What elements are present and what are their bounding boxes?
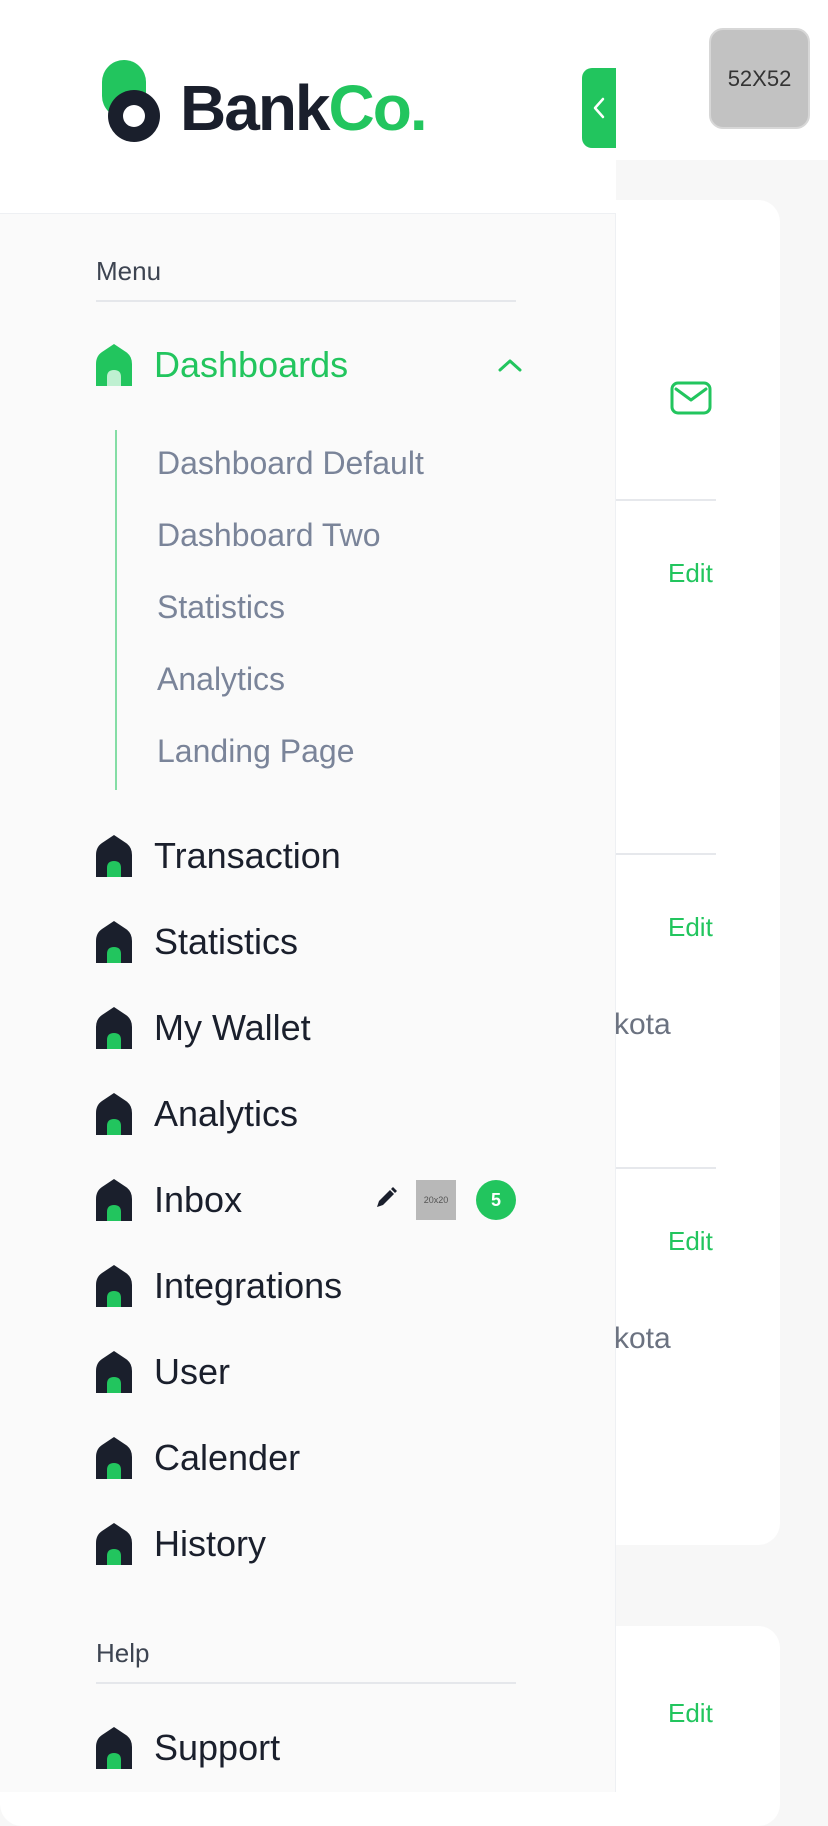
- brand-name-green: Co.: [328, 72, 428, 144]
- house-icon: [96, 1523, 132, 1565]
- sidebar-item-label: Calender: [154, 1437, 301, 1478]
- sidebar-header: BankCo.: [0, 0, 616, 214]
- city-text: kota: [614, 1322, 671, 1355]
- chevron-up-icon[interactable]: [496, 356, 524, 374]
- mail-icon[interactable]: [670, 380, 712, 416]
- house-icon: [96, 1179, 132, 1221]
- edit-link[interactable]: Edit: [668, 558, 713, 589]
- sidebar-item-history[interactable]: History: [96, 1519, 266, 1569]
- content-divider: [600, 853, 716, 855]
- sidebar-item-label: Support: [154, 1727, 281, 1768]
- sidebar-item-label: Transaction: [154, 835, 341, 876]
- sidebar-item-label: Statistics: [154, 921, 299, 962]
- house-icon: [96, 1727, 132, 1769]
- house-icon: [96, 1093, 132, 1135]
- edit-link[interactable]: Edit: [668, 1226, 713, 1257]
- sidebar-item-label: Analytics: [154, 1093, 299, 1134]
- house-icon: [96, 921, 132, 963]
- sidebar-item-label: Dashboards: [154, 344, 349, 385]
- submenu-item-dashboard-default[interactable]: Dashboard Default: [157, 445, 424, 482]
- menu-section-label: Menu: [96, 256, 162, 286]
- sidebar-item-integrations[interactable]: Integrations: [96, 1261, 342, 1311]
- sidebar-item-label: User: [154, 1351, 231, 1392]
- sidebar-item-my-wallet[interactable]: My Wallet: [96, 1003, 311, 1053]
- sidebar-item-dashboards[interactable]: Dashboards: [96, 340, 348, 390]
- sidebar-item-user[interactable]: User: [96, 1347, 230, 1397]
- sidebar-item-label: Inbox: [154, 1179, 243, 1220]
- house-icon: [96, 835, 132, 877]
- content-divider: [600, 1167, 716, 1169]
- edit-link[interactable]: Edit: [668, 1698, 713, 1729]
- sidebar-item-inbox[interactable]: Inbox: [96, 1175, 242, 1225]
- submenu-indicator: [115, 430, 117, 790]
- house-icon: [96, 1351, 132, 1393]
- submenu-item-dashboard-two[interactable]: Dashboard Two: [157, 517, 381, 554]
- edit-link[interactable]: Edit: [668, 912, 713, 943]
- sidebar-collapse-button[interactable]: [582, 68, 616, 148]
- brand-name-dark: Bank: [180, 72, 330, 144]
- house-icon: [96, 1437, 132, 1479]
- help-section-label: Help: [96, 1638, 150, 1668]
- sidebar-item-label: My Wallet: [154, 1007, 311, 1048]
- sidebar-item-label: History: [154, 1523, 267, 1564]
- submenu-item-statistics[interactable]: Statistics: [157, 589, 285, 626]
- house-icon: [96, 1265, 132, 1307]
- sidebar-item-analytics[interactable]: Analytics: [96, 1089, 298, 1139]
- sidebar-item-label: Integrations: [154, 1265, 343, 1306]
- sidebar-item-calender[interactable]: Calender: [96, 1433, 300, 1483]
- city-text: kota: [614, 1008, 671, 1041]
- inbox-image-placeholder: 20x20: [416, 1180, 456, 1220]
- sidebar-item-transaction[interactable]: Transaction: [96, 831, 341, 881]
- house-icon: [96, 344, 132, 386]
- menu-section-divider: [96, 300, 516, 302]
- submenu-item-analytics[interactable]: Analytics: [157, 661, 285, 698]
- chevron-left-icon: [593, 97, 605, 119]
- logo-icon: [102, 60, 160, 142]
- house-icon: [96, 1007, 132, 1049]
- sidebar-item-statistics[interactable]: Statistics: [96, 917, 298, 967]
- brand-logo[interactable]: BankCo.: [180, 68, 428, 148]
- pencil-icon[interactable]: [374, 1186, 398, 1210]
- sidebar: BankCo. Menu Dashboards Dashboard Defaul…: [0, 0, 616, 1792]
- sidebar-item-support[interactable]: Support: [96, 1723, 280, 1773]
- avatar[interactable]: 52X52: [709, 28, 810, 129]
- submenu-item-landing-page[interactable]: Landing Page: [157, 733, 355, 770]
- help-section-divider: [96, 1682, 516, 1684]
- inbox-count-badge: 5: [476, 1180, 516, 1220]
- content-divider: [600, 499, 716, 501]
